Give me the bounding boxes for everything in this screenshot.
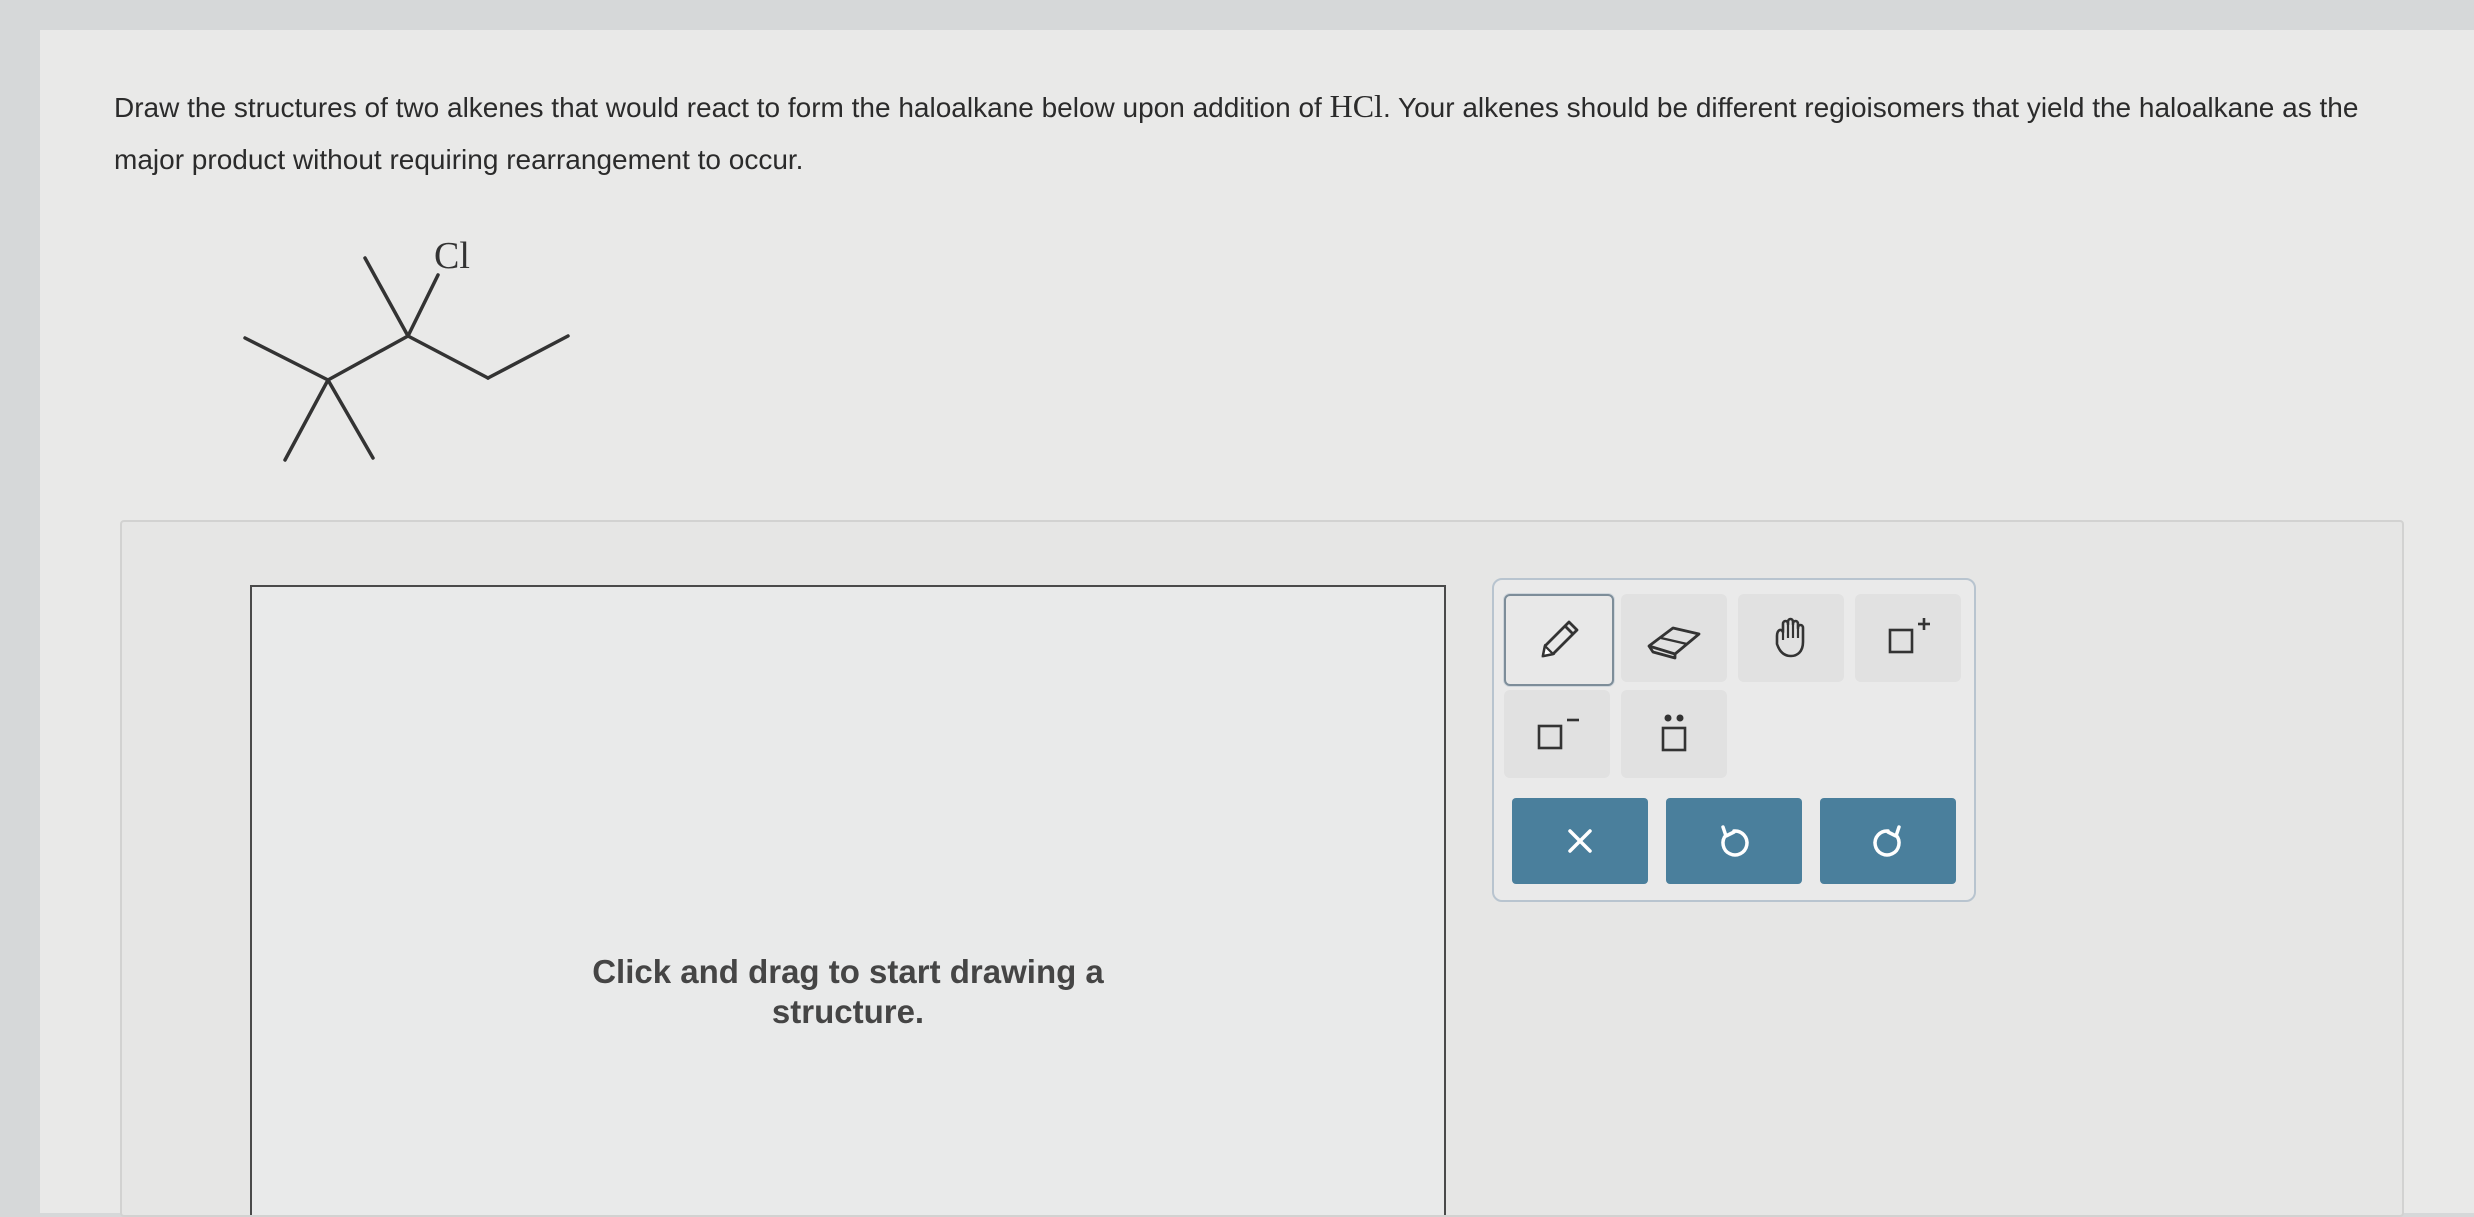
pencil-tool[interactable] (1504, 594, 1614, 686)
undo-icon (1721, 825, 1749, 857)
chlorine-atom-label: Cl (434, 235, 470, 277)
eraser-tool[interactable] (1621, 594, 1727, 682)
positive-charge-tool[interactable] (1855, 594, 1961, 682)
clear-button[interactable] (1512, 798, 1648, 884)
lone-pair-icon (1661, 714, 1687, 752)
bond (406, 334, 490, 380)
bond (283, 378, 330, 462)
skeletal-structure: Cl (243, 235, 570, 462)
question-text-part: Draw the structures of two alkenes that … (114, 92, 1330, 123)
bond (363, 256, 410, 338)
bond (486, 334, 570, 380)
negative-charge-icon (1537, 718, 1579, 750)
positive-charge-icon (1888, 618, 1930, 654)
negative-charge-tool[interactable] (1504, 690, 1610, 778)
redo-icon (1873, 825, 1901, 857)
bond (326, 334, 410, 382)
reagent-formula: HCl (1329, 88, 1383, 124)
canvas-hint-line: structure. (771, 993, 925, 1030)
haloalkane-structure: Cl (240, 230, 580, 470)
hand-icon (1775, 617, 1805, 658)
bond (406, 273, 440, 338)
question-text: Draw the structures of two alkenes that … (114, 80, 2414, 186)
canvas-hint-line: Click and drag to start drawing a (592, 953, 1104, 990)
pencil-icon (1541, 620, 1579, 658)
eraser-icon (1647, 626, 1701, 660)
redo-button[interactable] (1820, 798, 1956, 884)
undo-button[interactable] (1666, 798, 1802, 884)
drawing-canvas[interactable]: Click and drag to start drawing a struct… (250, 585, 1446, 1215)
move-tool[interactable] (1738, 594, 1844, 682)
canvas-hint: Click and drag to start drawing a struct… (252, 952, 1444, 1032)
lone-pair-tool[interactable] (1621, 690, 1727, 778)
close-icon (1568, 829, 1592, 853)
bond (326, 378, 375, 460)
bond (243, 336, 330, 382)
drawing-toolbox (1492, 578, 1976, 902)
